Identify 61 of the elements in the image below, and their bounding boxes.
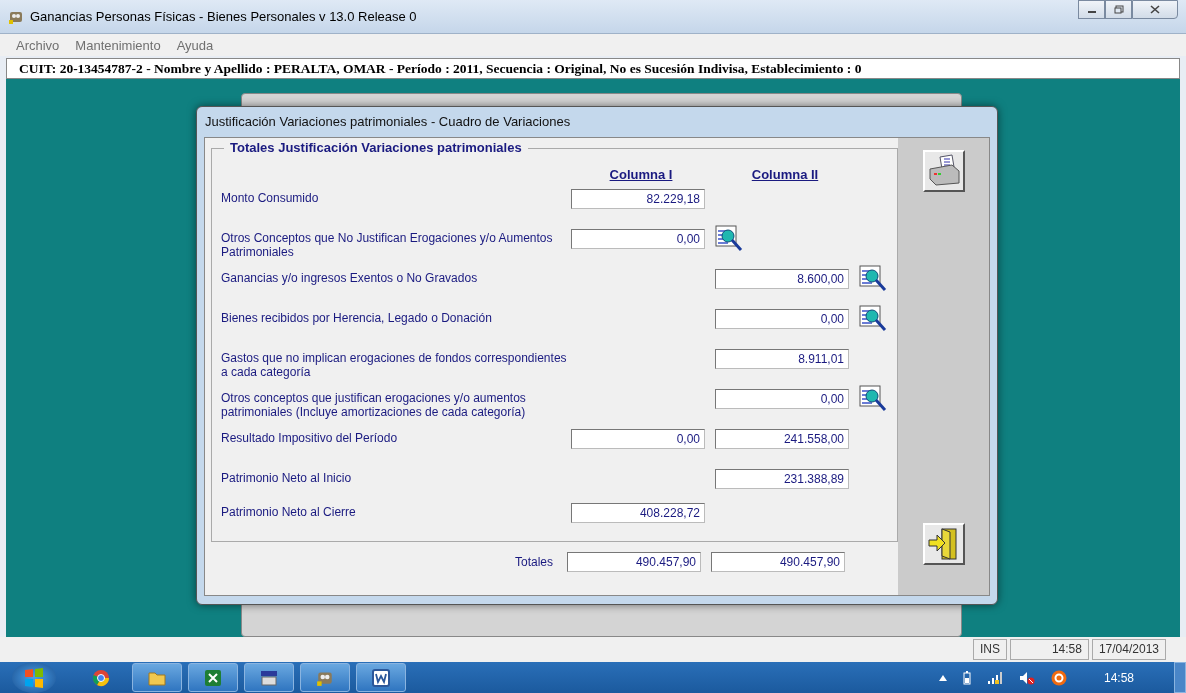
windows-logo-icon <box>23 666 45 689</box>
field-label: Patrimonio Neto al Cierre <box>220 504 357 519</box>
document-search-icon <box>859 305 887 333</box>
field-label: Patrimonio Neto al Inicio <box>220 470 353 485</box>
amount-field[interactable]: 82.229,18 <box>571 189 705 209</box>
total-field[interactable]: 490.457,90 <box>711 552 845 572</box>
document-search-icon <box>715 225 743 253</box>
amount-field[interactable]: 0,00 <box>715 309 849 329</box>
status-date: 17/04/2013 <box>1091 639 1166 660</box>
minimize-button[interactable] <box>1078 0 1105 19</box>
status-mode: INS <box>972 639 1007 660</box>
field-label: Resultado Impositivo del Período <box>220 430 399 445</box>
field-label: Monto Consumido <box>220 190 320 205</box>
print-button[interactable] <box>922 150 965 192</box>
window-title: Ganancias Personas Físicas - Bienes Personales v 13.0 Release 0 <box>30 9 417 24</box>
printer-icon <box>259 668 279 687</box>
folder-icon <box>148 669 166 686</box>
field-label: Otros Conceptos que No Justifican Erogaciones y/o Aumentos Patrimoniales <box>220 230 554 259</box>
field-label: Ganancias y/o ingresos Exentos o No Gravados <box>220 270 479 285</box>
show-hidden-icon[interactable] <box>938 674 947 681</box>
exit-button[interactable] <box>922 523 965 565</box>
field-label: Bienes recibidos por Herencia, Legado o Donación <box>220 310 493 325</box>
document-icon <box>372 668 390 687</box>
amount-field[interactable]: 0,00 <box>571 429 705 449</box>
amount-field[interactable]: 0,00 <box>571 229 705 249</box>
restore-icon <box>1113 5 1124 14</box>
taskbar-clock[interactable]: 14:58 <box>1103 670 1134 685</box>
amount-field[interactable]: 0,00 <box>715 389 849 409</box>
taskbar-app[interactable] <box>188 663 238 692</box>
speaker-muted-icon[interactable] <box>1018 670 1035 685</box>
start-button[interactable] <box>12 662 56 693</box>
total-field[interactable]: 490.457,90 <box>567 552 701 572</box>
amount-field[interactable]: 8.600,00 <box>715 269 849 289</box>
maximize-button[interactable] <box>1105 0 1132 19</box>
field-label: Otros conceptos que justifican erogaciones y/o aumentos patrimoniales (Incluye amortizaciones de cada categoría) <box>220 390 527 419</box>
taskbar-app[interactable] <box>244 663 294 692</box>
amount-field[interactable]: 408.228,72 <box>571 503 705 523</box>
taskbar-app[interactable] <box>356 663 406 692</box>
menu-item[interactable]: Ayuda <box>176 37 214 53</box>
column-header: Columna I <box>609 166 673 182</box>
totals-label: Totales <box>514 555 553 569</box>
field-label: Gastos que no implican erogaciones de fondos correspondientes a cada categoría <box>220 350 567 379</box>
browser-icon <box>92 668 110 687</box>
close-icon <box>1150 5 1160 14</box>
column-header: Columna II <box>751 166 819 182</box>
battery-icon[interactable] <box>962 670 971 685</box>
amount-field[interactable]: 8.911,01 <box>715 349 849 369</box>
signal-icon[interactable] <box>986 671 1003 684</box>
menu-item[interactable]: Archivo <box>16 37 60 53</box>
menu-item[interactable]: Mantenimiento <box>75 37 161 53</box>
status-time: 14:58 <box>1009 639 1089 660</box>
spreadsheet-icon <box>204 668 222 687</box>
amount-field[interactable]: 231.388,89 <box>715 469 849 489</box>
dialog-title: Justificación Variaciones patrimoniales - Cuadro de Variaciones <box>204 113 572 131</box>
amount-field[interactable]: 241.558,00 <box>715 429 849 449</box>
info-bar: CUIT: 20-13454787-2 - Nombre y Apellido : PERALTA, OMAR - Período : 2011, Secuencia : Original, No es Sucesión Indivisa, Establecimiento : 0 <box>6 58 1180 79</box>
antivirus-icon[interactable] <box>1050 669 1067 686</box>
document-search-icon <box>859 385 887 413</box>
document-search-icon <box>859 265 887 293</box>
group-title: Totales Justificación Variaciones patrimoniales <box>224 140 528 155</box>
close-button[interactable] <box>1132 0 1178 19</box>
